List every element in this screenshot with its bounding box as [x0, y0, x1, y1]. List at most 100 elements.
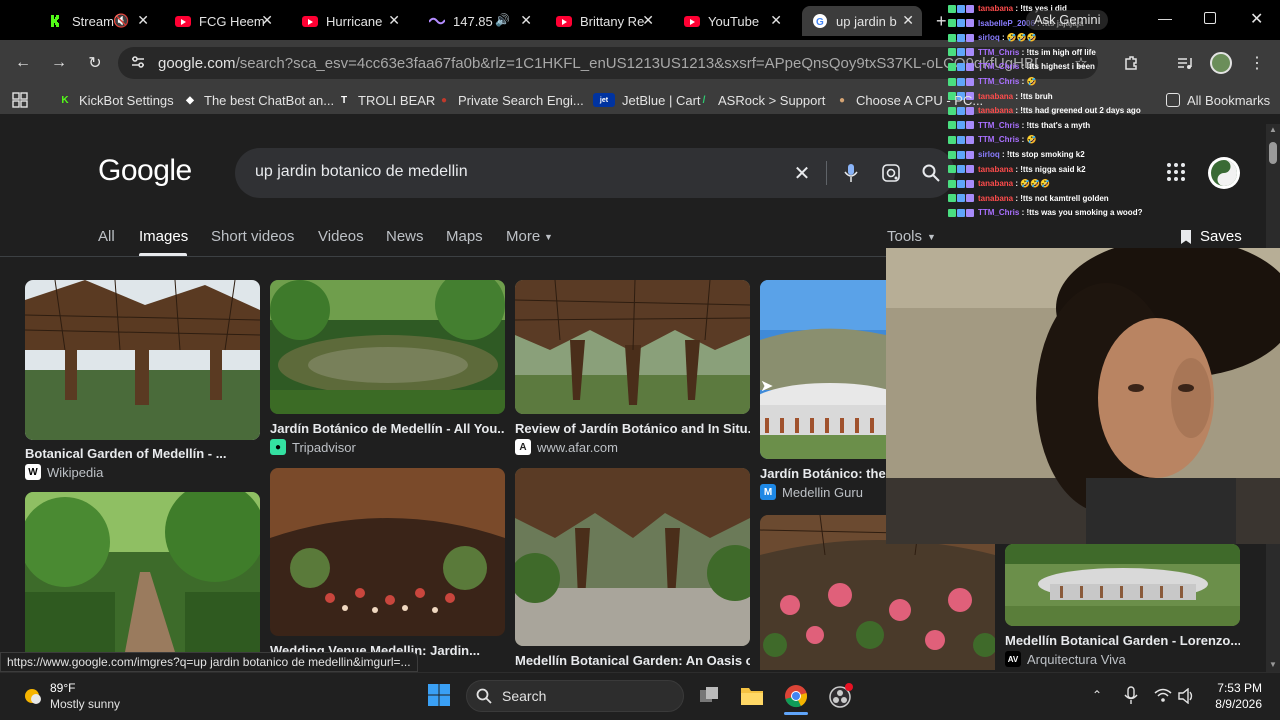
bookmark-item[interactable]: K KickBot Settings: [58, 91, 173, 109]
wifi-icon[interactable]: [1154, 688, 1172, 704]
volume-icon[interactable]: [1178, 687, 1196, 705]
browser-tab-active[interactable]: G up jardin b ✕: [802, 6, 922, 36]
tab-news[interactable]: News: [386, 228, 424, 245]
weather-temp[interactable]: 89°F: [50, 681, 75, 695]
result-image[interactable]: [760, 280, 886, 459]
close-tab-icon[interactable]: ✕: [642, 12, 654, 29]
reload-icon[interactable]: ↻: [82, 50, 108, 76]
minimize-icon[interactable]: —: [1158, 10, 1172, 26]
chat-text: 🤣: [1026, 77, 1037, 86]
lens-search-icon[interactable]: [878, 160, 904, 186]
clock-time[interactable]: 7:53 PM: [1212, 681, 1262, 695]
result-title[interactable]: Review of Jardín Botánico and In Situ...: [515, 421, 750, 436]
clear-search-icon[interactable]: ✕: [789, 160, 815, 186]
browser-tab[interactable]: Brittany Re ✕: [556, 6, 656, 36]
tools-button[interactable]: Tools: [887, 228, 922, 245]
result-image[interactable]: [25, 492, 260, 652]
bookmark-item[interactable]: T TROLI BEAR: [337, 91, 435, 109]
result-image[interactable]: [270, 468, 505, 636]
close-window-icon[interactable]: ✕: [1250, 9, 1263, 29]
tab-more[interactable]: More: [506, 228, 540, 245]
voice-search-icon[interactable]: [838, 160, 864, 186]
close-tab-icon[interactable]: ✕: [520, 12, 532, 29]
close-tab-icon[interactable]: ✕: [388, 12, 400, 29]
task-view-icon[interactable]: [698, 685, 720, 707]
saves-button[interactable]: Saves: [1200, 228, 1242, 245]
weather-desc[interactable]: Mostly sunny: [50, 697, 120, 711]
url-text[interactable]: google.com/search?sca_esv=4cc63e3faa67fa…: [158, 55, 1038, 72]
weather-sun-icon[interactable]: [20, 684, 44, 708]
profile-avatar[interactable]: [1210, 52, 1232, 74]
search-icon[interactable]: [918, 160, 944, 186]
maximize-icon[interactable]: [1204, 12, 1216, 24]
taskbar-search-box[interactable]: [466, 680, 684, 712]
result-title[interactable]: Botanical Garden of Medellín - ...: [25, 446, 260, 461]
result-source[interactable]: Medellin Guru: [782, 485, 863, 500]
result-source[interactable]: www.afar.com: [537, 440, 618, 455]
result-image[interactable]: [25, 280, 260, 440]
ask-gemini-button[interactable]: Ask Gemini: [1026, 10, 1109, 30]
result-image[interactable]: [270, 280, 505, 414]
browser-tab[interactable]: YouTube ✕: [684, 6, 784, 36]
back-icon[interactable]: ←: [10, 50, 36, 76]
result-title[interactable]: Jardín Botánico: the P: [760, 466, 886, 481]
google-logo[interactable]: Google: [98, 154, 192, 188]
result-source[interactable]: Wikipedia: [47, 465, 103, 480]
google-apps-icon[interactable]: [1166, 162, 1186, 182]
account-avatar[interactable]: [1208, 157, 1240, 189]
clock-date[interactable]: 8/9/2026: [1206, 697, 1262, 711]
bookmark-item[interactable]: jet JetBlue | Cart: [593, 91, 701, 109]
tab-maps[interactable]: Maps: [446, 228, 483, 245]
close-tab-icon[interactable]: ✕: [770, 12, 782, 29]
bookmark-item[interactable]: ● Private Search Engi...: [437, 91, 584, 109]
arquitectura-viva-icon: AV: [1005, 651, 1021, 667]
scroll-down-icon[interactable]: ▼: [1269, 660, 1277, 669]
chat-username: TTM_Chris: [978, 208, 1020, 218]
site-info-icon[interactable]: [130, 54, 146, 70]
result-image[interactable]: [515, 468, 750, 646]
result-source[interactable]: Arquitectura Viva: [1027, 652, 1126, 667]
chrome-menu-icon[interactable]: ⋮: [1244, 50, 1270, 76]
close-tab-icon[interactable]: ✕: [261, 12, 273, 29]
file-explorer-icon[interactable]: [740, 684, 764, 706]
extensions-icon[interactable]: [1118, 50, 1144, 76]
muted-speaker-icon[interactable]: 🔇: [113, 13, 129, 29]
new-tab-icon[interactable]: +: [936, 11, 947, 32]
result-image[interactable]: [515, 280, 750, 414]
obs-studio-icon[interactable]: [828, 683, 854, 709]
tab-short-videos[interactable]: Short videos: [211, 228, 294, 245]
youtube-icon: [302, 13, 318, 29]
all-bookmarks-folder[interactable]: All Bookmarks: [1166, 91, 1270, 109]
tab-all[interactable]: All: [98, 228, 115, 245]
chat-message: TTM_Chris : 🤣: [948, 135, 1036, 144]
bookmark-item[interactable]: ◆ The best ChatBot an...: [183, 91, 334, 109]
browser-tab[interactable]: 147.85 🔊 ✕: [429, 6, 534, 36]
media-controls-icon[interactable]: [1172, 50, 1198, 76]
result-source[interactable]: Tripadvisor: [292, 440, 356, 455]
search-query-input[interactable]: up jardin botanico de medellin: [255, 163, 468, 181]
browser-tab[interactable]: FCG Heem ✕: [175, 6, 275, 36]
forward-icon[interactable]: →: [46, 50, 72, 76]
chat-badges-icon: [948, 62, 975, 71]
close-tab-icon[interactable]: ✕: [137, 12, 149, 29]
bookmark-item[interactable]: / ASRock > Support: [697, 91, 826, 109]
scroll-up-icon[interactable]: ▲: [1269, 125, 1277, 134]
bookmark-favicon-icon: jet: [593, 93, 615, 107]
microphone-icon[interactable]: [1124, 686, 1138, 706]
tab-videos[interactable]: Videos: [318, 228, 364, 245]
result-image[interactable]: [1005, 544, 1240, 626]
windows-start-icon[interactable]: [427, 683, 451, 707]
apps-grid-icon[interactable]: [12, 92, 28, 108]
browser-tab[interactable]: Hurricane ✕: [302, 6, 402, 36]
browser-tab[interactable]: Stream 🔇 ✕: [48, 6, 153, 36]
tab-images[interactable]: Images: [139, 228, 188, 245]
bookmark-item[interactable]: ● Choose A CPU - PC...: [835, 91, 983, 109]
chevron-up-icon[interactable]: ⌃: [1092, 688, 1102, 702]
chrome-icon[interactable]: [784, 684, 808, 708]
result-title[interactable]: Medellín Botanical Garden - Lorenzo...: [1005, 633, 1240, 648]
result-title[interactable]: Jardín Botánico de Medellín - All You...: [270, 421, 505, 436]
scrollbar-thumb[interactable]: [1269, 142, 1277, 164]
audio-playing-icon[interactable]: 🔊: [495, 13, 510, 27]
result-title[interactable]: Medellín Botanical Garden: An Oasis o...: [515, 653, 750, 667]
close-tab-icon[interactable]: ✕: [902, 12, 914, 29]
